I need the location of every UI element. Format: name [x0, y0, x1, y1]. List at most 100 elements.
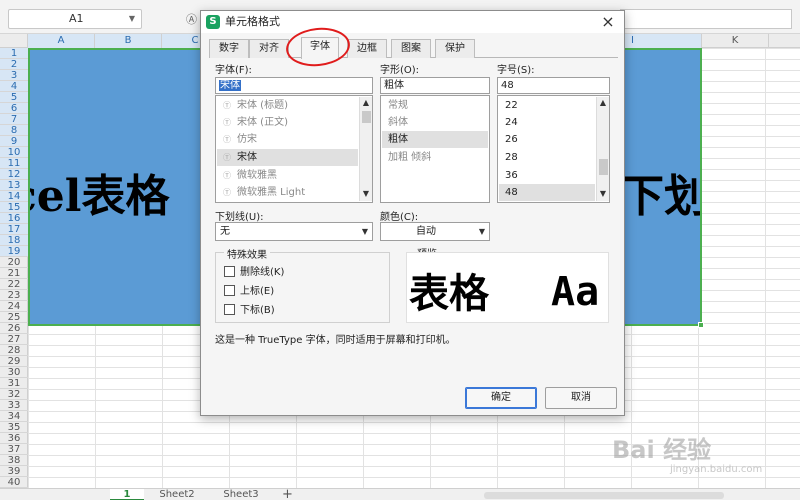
row-header[interactable]: 32 [0, 389, 28, 400]
ok-button[interactable]: 确定 [465, 387, 537, 409]
name-box[interactable]: A1 ▼ [8, 9, 142, 29]
font-family-option[interactable]: Ⓣ 仿宋 [217, 131, 358, 148]
row-header[interactable]: 38 [0, 455, 28, 466]
add-sheet-button[interactable]: + [282, 487, 293, 500]
row-header[interactable]: 4 [0, 81, 28, 92]
horizontal-scrollbar[interactable] [484, 492, 724, 499]
fx-icon[interactable]: Ⓐ [186, 11, 197, 27]
font-size-scrollbar[interactable]: ▲ ▼ [596, 97, 609, 201]
tab-pattern[interactable]: 图案 [391, 39, 431, 58]
scroll-down-icon[interactable]: ▼ [597, 188, 609, 200]
row-header[interactable]: 35 [0, 422, 28, 433]
row-header[interactable]: 27 [0, 334, 28, 345]
font-style-option[interactable]: 斜体 [382, 114, 488, 131]
cancel-button[interactable]: 取消 [545, 387, 617, 409]
superscript-option[interactable]: 上标(E) [224, 285, 274, 299]
font-style-option-selected[interactable]: 粗体 [382, 131, 488, 148]
row-header[interactable]: 28 [0, 345, 28, 356]
superscript-checkbox[interactable] [224, 285, 235, 296]
column-header-a[interactable]: A [28, 34, 95, 48]
row-header[interactable]: 10 [0, 147, 28, 158]
subscript-checkbox[interactable] [224, 304, 235, 315]
font-size-option-selected[interactable]: 48 [499, 184, 595, 201]
row-header[interactable]: 3 [0, 70, 28, 81]
fill-handle[interactable] [698, 322, 704, 328]
row-header[interactable]: 20 [0, 257, 28, 268]
row-header[interactable]: 6 [0, 103, 28, 114]
font-size-input[interactable]: 48 [497, 77, 610, 94]
font-family-option[interactable]: Ⓣ 宋体 (标题) [217, 97, 358, 114]
strikethrough-option[interactable]: 删除线(K) [224, 266, 284, 280]
row-header[interactable]: 7 [0, 114, 28, 125]
column-header-b[interactable]: B [95, 34, 162, 48]
scroll-thumb[interactable] [599, 159, 608, 175]
column-header-k[interactable]: K [702, 34, 769, 48]
formula-input[interactable] [620, 9, 792, 29]
scroll-down-icon[interactable]: ▼ [360, 188, 372, 200]
font-style-option[interactable]: 加粗 倾斜 [382, 149, 488, 166]
row-header[interactable]: 29 [0, 356, 28, 367]
strikethrough-checkbox[interactable] [224, 266, 235, 277]
row-header[interactable]: 18 [0, 235, 28, 246]
row-header[interactable]: 22 [0, 279, 28, 290]
font-style-list[interactable]: 常规 斜体 粗体 加粗 倾斜 [380, 95, 490, 203]
row-header[interactable]: 5 [0, 92, 28, 103]
font-family-scrollbar[interactable]: ▲ ▼ [359, 97, 372, 201]
row-header[interactable]: 26 [0, 323, 28, 334]
row-header[interactable]: 31 [0, 378, 28, 389]
dialog-title-bar[interactable]: S 单元格格式 × [201, 11, 624, 33]
row-header[interactable]: 24 [0, 301, 28, 312]
tab-border[interactable]: 边框 [347, 39, 387, 58]
underline-select[interactable]: 无 ▼ [215, 222, 373, 241]
row-header[interactable]: 34 [0, 411, 28, 422]
row-header[interactable]: 21 [0, 268, 28, 279]
font-family-input[interactable]: 宋体 [215, 77, 373, 94]
font-family-option-selected[interactable]: Ⓣ 宋体 [217, 149, 358, 166]
color-select[interactable]: 自动 ▼ [380, 222, 490, 241]
select-all-corner[interactable] [0, 34, 28, 48]
row-header[interactable]: 8 [0, 125, 28, 136]
row-header[interactable]: 33 [0, 400, 28, 411]
row-header[interactable]: 16 [0, 213, 28, 224]
chevron-down-icon[interactable]: ▼ [129, 10, 135, 28]
subscript-option[interactable]: 下标(B) [224, 304, 275, 318]
font-family-option[interactable]: Ⓣ 微软雅黑 Light [217, 184, 358, 201]
sheet-tab-sheet2[interactable]: Sheet2 [146, 489, 208, 500]
tab-font[interactable]: 字体 [301, 37, 339, 59]
scroll-up-icon[interactable]: ▲ [597, 97, 609, 109]
row-header[interactable]: 36 [0, 433, 28, 444]
row-header[interactable]: 17 [0, 224, 28, 235]
scroll-thumb[interactable] [362, 111, 371, 123]
font-family-option[interactable]: Ⓣ 微软雅黑 [217, 167, 358, 184]
row-header[interactable]: 13 [0, 180, 28, 191]
row-header[interactable]: 14 [0, 191, 28, 202]
font-style-input[interactable]: 粗体 [380, 77, 490, 94]
row-header[interactable]: 37 [0, 444, 28, 455]
font-size-option[interactable]: 26 [499, 131, 595, 148]
font-size-option[interactable]: 36 [499, 167, 595, 184]
sheet-tab-1[interactable]: 1 [110, 489, 144, 500]
row-header[interactable]: 25 [0, 312, 28, 323]
row-header[interactable]: 23 [0, 290, 28, 301]
row-header[interactable]: 15 [0, 202, 28, 213]
row-header[interactable]: 9 [0, 136, 28, 147]
font-size-list[interactable]: 22 24 26 28 36 48 ▲ ▼ [497, 95, 610, 203]
row-header[interactable]: 40 [0, 477, 28, 488]
row-header[interactable]: 1 [0, 48, 28, 59]
scroll-up-icon[interactable]: ▲ [360, 97, 372, 109]
row-header[interactable]: 39 [0, 466, 28, 477]
font-size-option[interactable]: 22 [499, 97, 595, 114]
close-button[interactable]: × [598, 12, 618, 32]
font-family-option[interactable]: Ⓣ 宋体 (正文) [217, 114, 358, 131]
row-header[interactable]: 2 [0, 59, 28, 70]
row-header[interactable]: 19 [0, 246, 28, 257]
font-size-option[interactable]: 24 [499, 114, 595, 131]
row-header[interactable]: 11 [0, 158, 28, 169]
row-header[interactable]: 30 [0, 367, 28, 378]
font-family-list[interactable]: Ⓣ 宋体 (标题) Ⓣ 宋体 (正文) Ⓣ 仿宋 Ⓣ 宋体 Ⓣ 微软雅黑 Ⓣ 微软雅黑 Li… [215, 95, 373, 203]
tab-alignment[interactable]: 对齐 [249, 39, 289, 58]
tab-protection[interactable]: 保护 [435, 39, 475, 58]
sheet-tab-sheet3[interactable]: Sheet3 [210, 489, 272, 500]
font-style-option[interactable]: 常规 [382, 97, 488, 114]
font-size-option[interactable]: 28 [499, 149, 595, 166]
